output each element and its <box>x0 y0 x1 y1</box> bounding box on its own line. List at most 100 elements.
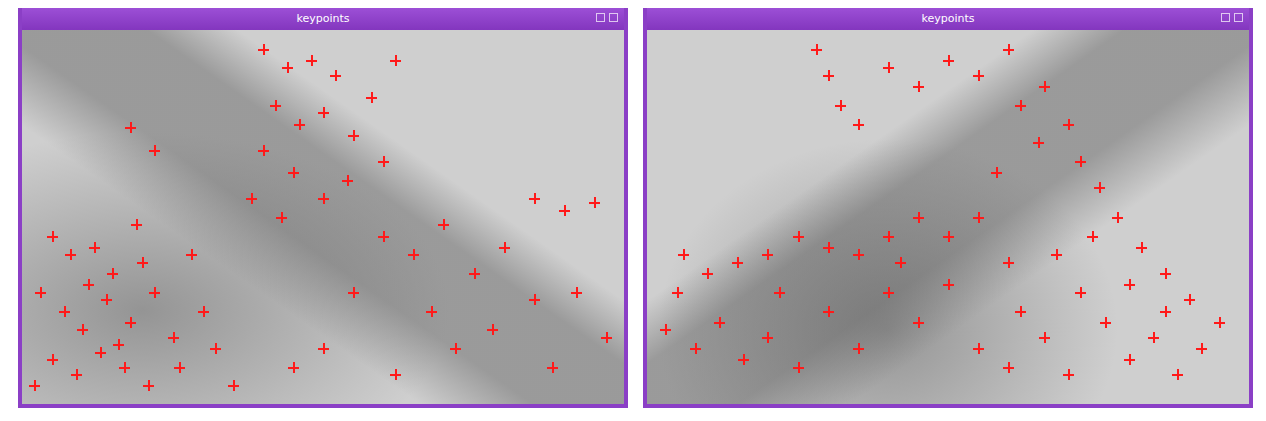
keypoint-marker <box>529 193 540 204</box>
keypoint-marker <box>1184 294 1195 305</box>
keypoint-marker <box>571 287 582 298</box>
keypoint-marker <box>366 92 377 103</box>
keypoint-marker <box>186 249 197 260</box>
keypoint-marker <box>1100 317 1111 328</box>
keypoint-marker <box>378 156 389 167</box>
keypoint-marker <box>853 119 864 130</box>
keypoint-marker <box>1160 306 1171 317</box>
keypoint-marker <box>318 193 329 204</box>
keypoint-marker <box>1015 306 1026 317</box>
keypoint-marker <box>1003 44 1014 55</box>
title-bar[interactable]: keypoints <box>647 8 1249 30</box>
keypoint-marker <box>1051 249 1062 260</box>
keypoint-marker <box>913 212 924 223</box>
maximize-icon[interactable] <box>596 13 605 22</box>
keypoint-marker <box>318 107 329 118</box>
keypoint-marker <box>1003 257 1014 268</box>
keypoint-marker <box>895 257 906 268</box>
keypoint-marker <box>714 317 725 328</box>
keypoint-marker <box>426 306 437 317</box>
keypoint-marker <box>119 362 130 373</box>
keypoint-marker <box>390 369 401 380</box>
keypoint-marker <box>1087 231 1098 242</box>
keypoint-marker <box>408 249 419 260</box>
keypoint-marker <box>450 343 461 354</box>
keypoint-marker <box>1136 242 1147 253</box>
image-view <box>647 30 1249 404</box>
keypoint-marker <box>348 287 359 298</box>
keypoint-marker <box>83 279 94 290</box>
keypoint-marker <box>793 362 804 373</box>
keypoint-marker <box>294 119 305 130</box>
keypoint-marker <box>1039 332 1050 343</box>
keypoint-marker <box>438 219 449 230</box>
keypoint-marker <box>913 81 924 92</box>
keypoint-marker <box>174 362 185 373</box>
keypoint-marker <box>601 332 612 343</box>
keypoints-window[interactable]: keypoints <box>643 8 1253 408</box>
keypoint-marker <box>330 70 341 81</box>
keypoint-marker <box>883 62 894 73</box>
keypoint-marker <box>276 212 287 223</box>
keypoint-marker <box>732 257 743 268</box>
keypoint-marker <box>1124 354 1135 365</box>
keypoint-marker <box>1124 279 1135 290</box>
keypoint-marker <box>65 249 76 260</box>
close-icon[interactable] <box>609 13 618 22</box>
keypoint-marker <box>1015 100 1026 111</box>
keypoint-marker <box>125 122 136 133</box>
title-bar[interactable]: keypoints <box>22 8 624 30</box>
keypoint-marker <box>258 145 269 156</box>
keypoint-marker <box>883 287 894 298</box>
keypoint-marker <box>499 242 510 253</box>
keypoint-marker <box>137 257 148 268</box>
keypoint-marker <box>210 343 221 354</box>
keypoint-marker <box>198 306 209 317</box>
keypoint-marker <box>1160 268 1171 279</box>
keypoint-marker <box>35 287 46 298</box>
window-title: keypoints <box>921 12 974 26</box>
keypoint-marker <box>378 231 389 242</box>
keypoint-marker <box>1112 212 1123 223</box>
keypoint-marker <box>1196 343 1207 354</box>
keypoint-marker <box>943 231 954 242</box>
keypoint-marker <box>348 130 359 141</box>
keypoint-marker <box>288 167 299 178</box>
keypoint-marker <box>390 55 401 66</box>
keypoint-marker <box>547 362 558 373</box>
window-title: keypoints <box>296 12 349 26</box>
keypoint-marker <box>991 167 1002 178</box>
keypoint-marker <box>47 354 58 365</box>
keypoints-window[interactable]: keypoints <box>18 8 628 408</box>
keypoint-marker <box>149 287 160 298</box>
keypoint-marker <box>793 231 804 242</box>
keypoint-marker <box>246 193 257 204</box>
keypoint-marker <box>1003 362 1014 373</box>
keypoint-marker <box>883 231 894 242</box>
keypoint-marker <box>702 268 713 279</box>
keypoint-marker <box>1094 182 1105 193</box>
keypoint-marker <box>943 55 954 66</box>
keypoint-marker <box>270 100 281 111</box>
keypoint-marker <box>943 279 954 290</box>
keypoint-marker <box>107 268 118 279</box>
window-controls <box>596 13 618 22</box>
close-icon[interactable] <box>1234 13 1243 22</box>
keypoint-marker <box>306 55 317 66</box>
keypoint-marker <box>487 324 498 335</box>
keypoint-marker <box>823 70 834 81</box>
keypoint-marker <box>342 175 353 186</box>
maximize-icon[interactable] <box>1221 13 1230 22</box>
keypoint-marker <box>823 306 834 317</box>
keypoint-marker <box>913 317 924 328</box>
keypoint-marker <box>660 324 671 335</box>
keypoint-marker <box>762 332 773 343</box>
keypoint-marker <box>678 249 689 260</box>
keypoint-marker <box>672 287 683 298</box>
keypoint-marker <box>29 380 40 391</box>
keypoint-marker <box>811 44 822 55</box>
keypoint-marker <box>1172 369 1183 380</box>
window-controls <box>1221 13 1243 22</box>
keypoint-marker <box>469 268 480 279</box>
keypoint-marker <box>690 343 701 354</box>
